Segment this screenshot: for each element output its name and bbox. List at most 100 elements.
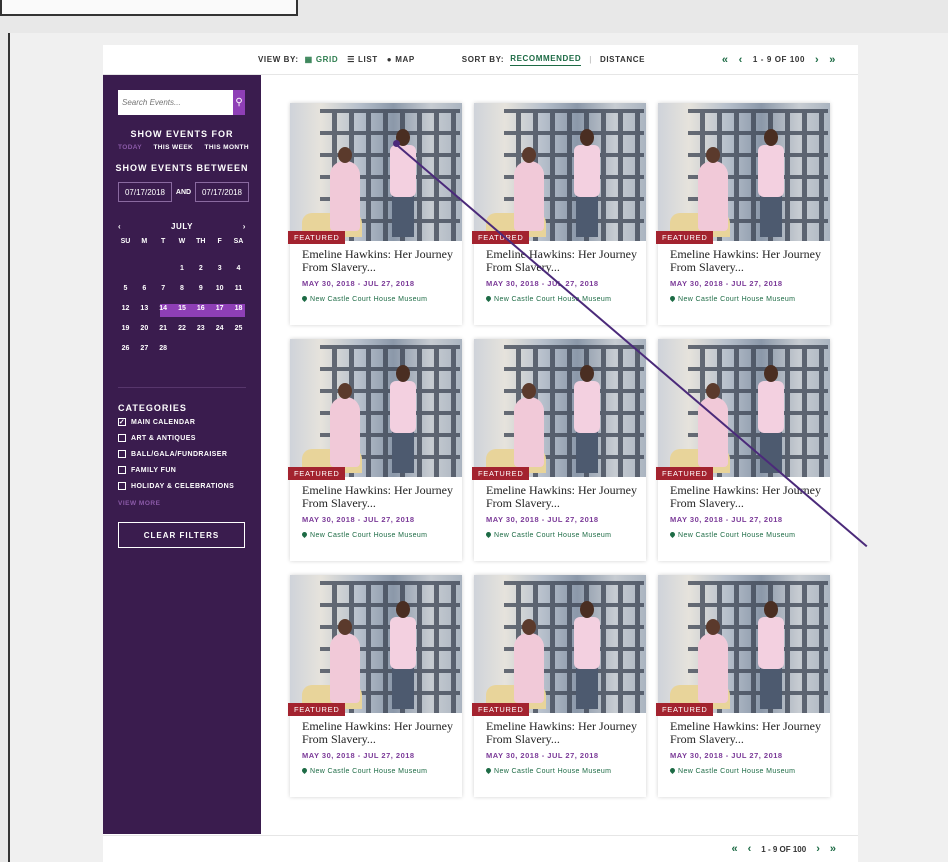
photo-figure-head (522, 147, 536, 163)
event-title[interactable]: Emeline Hawkins: Her Journey From Slaver… (670, 248, 822, 274)
event-photo[interactable] (658, 339, 830, 477)
calendar-day[interactable]: 16 (193, 305, 208, 312)
photo-figure (390, 381, 416, 433)
checkbox-icon[interactable] (118, 450, 126, 458)
category-option[interactable]: FAMILY FUN (118, 466, 176, 474)
event-card[interactable]: FEATURED Emeline Hawkins: Her Journey Fro… (656, 575, 830, 797)
event-photo[interactable] (658, 103, 830, 241)
event-card[interactable]: FEATURED Emeline Hawkins: Her Journey Fro… (472, 103, 646, 325)
checkbox-icon[interactable] (118, 482, 126, 490)
event-title[interactable]: Emeline Hawkins: Her Journey From Slaver… (486, 720, 638, 746)
calendar-day[interactable]: 23 (193, 325, 208, 332)
calendar-day[interactable]: 27 (137, 345, 152, 352)
date-from-field[interactable]: 07/17/2018 (118, 182, 172, 202)
checkbox-checked-icon[interactable]: ✓ (118, 418, 126, 426)
event-photo[interactable] (290, 103, 462, 241)
view-grid-option[interactable]: ▦ GRID (305, 55, 339, 64)
calendar-day[interactable]: 9 (193, 285, 208, 292)
event-location[interactable]: New Castle Court House Museum (300, 294, 452, 304)
calendar-day[interactable]: 6 (137, 285, 152, 292)
event-photo[interactable] (474, 575, 646, 713)
event-card[interactable]: FEATURED Emeline Hawkins: Her Journey Fro… (288, 339, 462, 561)
sort-recommended-option[interactable]: RECOMMENDED (510, 54, 582, 66)
event-card[interactable]: FEATURED Emeline Hawkins: Her Journey Fro… (656, 103, 830, 325)
event-title[interactable]: Emeline Hawkins: Her Journey From Slaver… (302, 248, 454, 274)
event-title[interactable]: Emeline Hawkins: Her Journey From Slaver… (670, 720, 822, 746)
category-option[interactable]: ✓ MAIN CALENDAR (118, 418, 195, 426)
tab-today[interactable]: TODAY (118, 144, 142, 151)
tab-this-month[interactable]: THIS MONTH (205, 144, 249, 151)
event-card[interactable]: FEATURED Emeline Hawkins: Her Journey Fro… (472, 339, 646, 561)
event-title[interactable]: Emeline Hawkins: Her Journey From Slaver… (302, 720, 454, 746)
calendar-day[interactable]: 20 (137, 325, 152, 332)
event-photo[interactable] (290, 339, 462, 477)
view-map-option[interactable]: ● MAP (387, 55, 415, 64)
search-input[interactable] (118, 90, 233, 115)
event-location[interactable]: New Castle Court House Museum (484, 766, 636, 776)
calendar-day[interactable]: 1 (174, 265, 189, 272)
event-location[interactable]: New Castle Court House Museum (668, 530, 820, 540)
prev-page-icon[interactable]: ‹ (748, 843, 752, 855)
calendar-day[interactable]: 22 (174, 325, 189, 332)
calendar-day[interactable]: 24 (212, 325, 227, 332)
calendar-day[interactable]: 19 (118, 325, 133, 332)
event-photo[interactable] (474, 339, 646, 477)
next-page-icon[interactable]: › (816, 843, 820, 855)
date-to-field[interactable]: 07/17/2018 (194, 182, 249, 202)
event-title[interactable]: Emeline Hawkins: Her Journey From Slaver… (302, 484, 454, 510)
event-title[interactable]: Emeline Hawkins: Her Journey From Slaver… (486, 248, 638, 274)
event-card[interactable]: FEATURED Emeline Hawkins: Her Journey Fro… (656, 339, 830, 561)
view-list-option[interactable]: ☰ LIST (347, 55, 378, 64)
calendar-day[interactable]: 3 (212, 265, 227, 272)
calendar-day[interactable]: 28 (156, 345, 171, 352)
calendar-day[interactable]: 11 (231, 285, 246, 292)
calendar-day[interactable]: 26 (118, 345, 133, 352)
event-location[interactable]: New Castle Court House Museum (484, 294, 636, 304)
calendar-day[interactable]: 5 (118, 285, 133, 292)
calendar-day[interactable]: 2 (193, 265, 208, 272)
calendar-day[interactable]: 12 (118, 305, 133, 312)
event-card[interactable]: FEATURED Emeline Hawkins: Her Journey Fro… (472, 575, 646, 797)
calendar-day[interactable]: 18 (231, 305, 246, 312)
event-photo[interactable] (658, 575, 830, 713)
search-button[interactable]: ⚲ (233, 90, 245, 115)
event-location[interactable]: New Castle Court House Museum (668, 766, 820, 776)
last-page-icon[interactable]: » (830, 843, 836, 855)
calendar-day[interactable]: 17 (212, 305, 227, 312)
prev-page-icon[interactable]: ‹ (739, 54, 743, 66)
first-page-icon[interactable]: « (722, 54, 729, 66)
event-card[interactable]: FEATURED Emeline Hawkins: Her Journey Fro… (288, 575, 462, 797)
category-option[interactable]: ART & ANTIQUES (118, 434, 196, 442)
checkbox-icon[interactable] (118, 434, 126, 442)
calendar-day[interactable]: 8 (174, 285, 189, 292)
calendar-day[interactable]: 15 (174, 305, 189, 312)
next-page-icon[interactable]: › (815, 54, 819, 66)
first-page-icon[interactable]: « (731, 843, 737, 855)
sort-distance-option[interactable]: DISTANCE (600, 55, 645, 64)
checkbox-icon[interactable] (118, 466, 126, 474)
event-photo[interactable] (290, 575, 462, 713)
next-month-icon[interactable]: › (243, 222, 246, 231)
calendar-day[interactable]: 4 (231, 265, 246, 272)
weekday-label: W (178, 238, 186, 245)
category-option[interactable]: BALL/GALA/FUNDRAISER (118, 450, 227, 458)
event-location[interactable]: New Castle Court House Museum (300, 766, 452, 776)
calendar-day[interactable]: 7 (156, 285, 171, 292)
category-option[interactable]: HOLIDAY & CELEBRATIONS (118, 482, 234, 490)
event-title[interactable]: Emeline Hawkins: Her Journey From Slaver… (486, 484, 638, 510)
event-location[interactable]: New Castle Court House Museum (484, 530, 636, 540)
calendar-day[interactable]: 21 (156, 325, 171, 332)
event-card[interactable]: FEATURED Emeline Hawkins: Her Journey Fro… (288, 103, 462, 325)
tab-this-week[interactable]: THIS WEEK (153, 144, 193, 151)
calendar-day[interactable]: 13 (137, 305, 152, 312)
clear-filters-button[interactable]: CLEAR FILTERS (118, 522, 245, 548)
calendar-day[interactable]: 10 (212, 285, 227, 292)
event-photo[interactable] (474, 103, 646, 241)
prev-month-icon[interactable]: ‹ (118, 222, 121, 231)
view-more-link[interactable]: VIEW MORE (118, 500, 160, 507)
calendar-day[interactable]: 25 (231, 325, 246, 332)
event-location[interactable]: New Castle Court House Museum (300, 530, 452, 540)
calendar-day[interactable]: 14 (156, 305, 171, 312)
last-page-icon[interactable]: » (829, 54, 836, 66)
event-location[interactable]: New Castle Court House Museum (668, 294, 820, 304)
